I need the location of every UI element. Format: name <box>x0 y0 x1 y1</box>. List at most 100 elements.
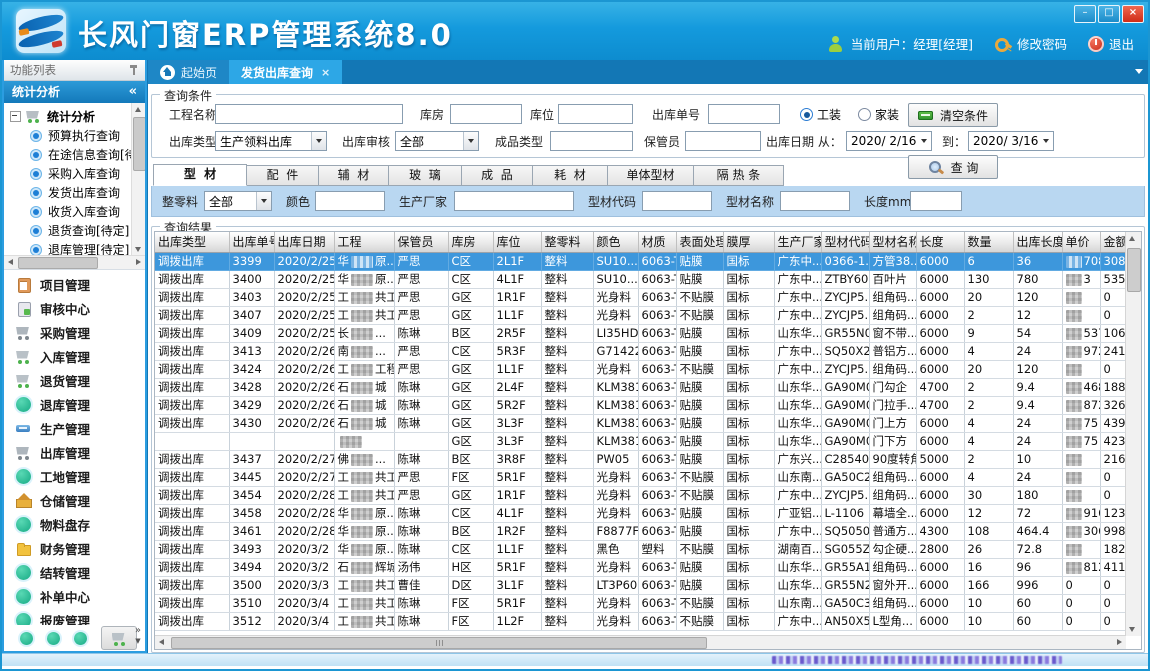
logout-button[interactable]: 退出 <box>1088 34 1134 53</box>
table-row[interactable]: 调拨出库34542020/2/28工共工程严思G区1R1F整料光身料6063-T… <box>155 486 1140 504</box>
column-header-14[interactable]: 型材名称 <box>869 232 916 252</box>
module-dot-button[interactable] <box>20 632 33 645</box>
table-row[interactable]: 调拨出库35102020/3/4工共工程陈琳F区5R1F整料光身料6063-T5… <box>155 594 1140 612</box>
color-input[interactable] <box>315 191 385 211</box>
sidebar-module-13[interactable]: 补单中心 <box>4 584 145 608</box>
search-button[interactable]: 查 询 <box>908 155 998 179</box>
location-input[interactable] <box>558 104 633 124</box>
clear-conditions-button[interactable]: 清空条件 <box>908 103 998 127</box>
close-button[interactable]: × <box>1122 5 1144 23</box>
date-to-picker[interactable]: 2020/ 3/16 <box>968 131 1054 151</box>
material-tab-7[interactable]: 隔 热 条 <box>694 165 784 186</box>
table-row[interactable]: 调拨出库34582020/2/28华原...陈琳C区4L1F整料光身料6063-… <box>155 504 1140 522</box>
sidebar-module-1[interactable]: 审核中心 <box>4 296 145 320</box>
tree-item-2[interactable]: 采购入库查询 <box>10 164 145 183</box>
table-row[interactable]: 调拨出库34942020/3/2石辉城汤伟H区5R1F整料光身料6063-T5贴… <box>155 558 1140 576</box>
column-header-0[interactable]: 出库类型 <box>155 232 229 252</box>
material-tab-3[interactable]: 玻 璃 <box>389 165 462 186</box>
table-row[interactable]: 调拨出库34372020/2/27佛...陈琳B区3R8F整料PW056063-… <box>155 450 1140 468</box>
table-row[interactable]: 调拨出库35002020/3/3工共工程曹佳D区3L1F整料LT3P606063… <box>155 576 1140 594</box>
maximize-button[interactable]: □ <box>1098 5 1120 23</box>
out-type-select[interactable]: 生产领料出库 <box>215 131 327 151</box>
tree-expander-icon[interactable] <box>10 111 21 122</box>
warehouse-input[interactable] <box>450 104 522 124</box>
table-row[interactable]: 调拨出库34302020/2/26石城陈琳G区3L3F整料KLM38176063… <box>155 414 1140 432</box>
minimize-button[interactable]: – <box>1074 5 1096 23</box>
column-header-18[interactable]: 单价 <box>1062 232 1100 252</box>
sidebar-module-0[interactable]: 项目管理 <box>4 272 145 296</box>
column-header-12[interactable]: 生产厂家 <box>774 232 821 252</box>
column-header-16[interactable]: 数量 <box>964 232 1013 252</box>
tab-close-icon[interactable]: × <box>321 66 330 79</box>
whole-select[interactable]: 全部 <box>204 191 272 211</box>
tree-root-stats[interactable]: 统计分析 <box>10 106 145 126</box>
table-row[interactable]: 调拨出库34292020/2/26石城陈琳G区5R2F整料KLM38176063… <box>155 396 1140 414</box>
table-row[interactable]: 调拨出库34612020/2/28华原...陈琳B区1R2F整料F8877FT6… <box>155 522 1140 540</box>
sidebar-module-8[interactable]: 工地管理 <box>4 464 145 488</box>
column-header-8[interactable]: 颜色 <box>593 232 638 252</box>
table-row[interactable]: 调拨出库34242020/2/26工工程严思G区1L1F整料光身料6063-T5… <box>155 360 1140 378</box>
tree-item-0[interactable]: 预算执行查询 <box>10 126 145 145</box>
length-input[interactable] <box>910 191 962 211</box>
column-header-10[interactable]: 表面处理 <box>676 232 723 252</box>
column-header-11[interactable]: 膜厚 <box>723 232 774 252</box>
tab-shipment-query[interactable]: 发货出库查询 × <box>229 60 342 84</box>
sidebar-module-14[interactable]: 报废管理 <box>4 608 145 625</box>
material-tab-4[interactable]: 成 品 <box>462 165 533 186</box>
column-header-15[interactable]: 长度 <box>916 232 964 252</box>
table-horizontal-scrollbar[interactable] <box>155 635 1126 649</box>
tab-overflow-icon[interactable] <box>1135 69 1143 74</box>
sidebar-module-5[interactable]: 退库管理 <box>4 392 145 416</box>
tree-vertical-scrollbar[interactable] <box>131 103 145 256</box>
table-row[interactable]: 调拨出库34092020/2/25长...陈琳B区2R5F整料LI35HD606… <box>155 324 1140 342</box>
sidebar-module-4[interactable]: 退货管理 <box>4 368 145 392</box>
sidebar-module-7[interactable]: 出库管理 <box>4 440 145 464</box>
table-vertical-scrollbar[interactable] <box>1125 232 1141 636</box>
code-input[interactable] <box>642 191 712 211</box>
audit-select[interactable]: 全部 <box>395 131 479 151</box>
change-password-button[interactable]: 修改密码 <box>994 34 1067 53</box>
column-header-4[interactable]: 保管员 <box>394 232 448 252</box>
name-input[interactable] <box>780 191 850 211</box>
sidebar-module-2[interactable]: 采购管理 <box>4 320 145 344</box>
table-row[interactable]: G区3L3F整料KLM38176063-T5贴膜国标山东华...GA90M09.… <box>155 432 1140 450</box>
material-tab-1[interactable]: 配 件 <box>247 165 319 186</box>
module-dot-button[interactable] <box>74 632 87 645</box>
order-no-input[interactable] <box>708 104 780 124</box>
product-type-input[interactable] <box>550 131 633 151</box>
sidebar-module-9[interactable]: 仓储管理 <box>4 488 145 512</box>
sidebar-module-10[interactable]: 物料盘存 <box>4 512 145 536</box>
tree-item-1[interactable]: 在途信息查询[待 <box>10 145 145 164</box>
pin-icon[interactable] <box>129 64 139 76</box>
material-tab-0[interactable]: 型 材 <box>153 164 247 186</box>
more-modules-button[interactable]: » ▼ <box>135 625 141 647</box>
table-row[interactable]: 调拨出库35122020/3/4工共工程陈琳F区1L2F整料光身料6063-T5… <box>155 612 1140 630</box>
table-row[interactable]: 调拨出库34932020/3/2华原...陈琳C区1L1F整料黑色塑料不贴膜国标… <box>155 540 1140 558</box>
table-row[interactable]: 调拨出库34282020/2/26石城陈琳G区2L4F整料KLM38176063… <box>155 378 1140 396</box>
column-header-3[interactable]: 工程 <box>334 232 394 252</box>
table-row[interactable]: 调拨出库34002020/2/25华原...严思C区4L1F整料SU10...6… <box>155 270 1140 288</box>
tree-item-5[interactable]: 退货查询[待定] <box>10 221 145 240</box>
radio-gongzhuang[interactable]: 工装 <box>800 104 841 125</box>
column-header-2[interactable]: 出库日期 <box>274 232 334 252</box>
column-header-1[interactable]: 出库单号 <box>229 232 274 252</box>
sidebar-module-12[interactable]: 结转管理 <box>4 560 145 584</box>
project-name-input[interactable] <box>215 104 403 124</box>
material-tab-5[interactable]: 耗 材 <box>533 165 608 186</box>
table-row[interactable]: 调拨出库34072020/2/25工共工程严思G区1L1F整料光身料6063-T… <box>155 306 1140 324</box>
column-header-13[interactable]: 型材代码 <box>821 232 869 252</box>
sidebar-module-11[interactable]: 财务管理 <box>4 536 145 560</box>
material-tab-6[interactable]: 单体型材 <box>608 165 694 186</box>
table-row[interactable]: 调拨出库34132020/2/26南...严思C区5R3F整料G71422606… <box>155 342 1140 360</box>
table-row[interactable]: 调拨出库34452020/2/27工共工程严思F区5R1F整料光身料6063-T… <box>155 468 1140 486</box>
sidebar-module-3[interactable]: 入库管理 <box>4 344 145 368</box>
collapse-icon[interactable]: « <box>129 81 137 103</box>
column-header-9[interactable]: 材质 <box>638 232 676 252</box>
table-row[interactable]: 调拨出库33992020/2/25华原...严思C区2L1F整料SU10...6… <box>155 252 1140 270</box>
radio-jiazhuang[interactable]: 家装 <box>858 104 899 125</box>
column-header-5[interactable]: 库房 <box>448 232 493 252</box>
column-header-17[interactable]: 出库长度 <box>1013 232 1062 252</box>
module-cart-button[interactable] <box>101 626 137 650</box>
tree-item-3[interactable]: 发货出库查询 <box>10 183 145 202</box>
column-header-6[interactable]: 库位 <box>493 232 541 252</box>
